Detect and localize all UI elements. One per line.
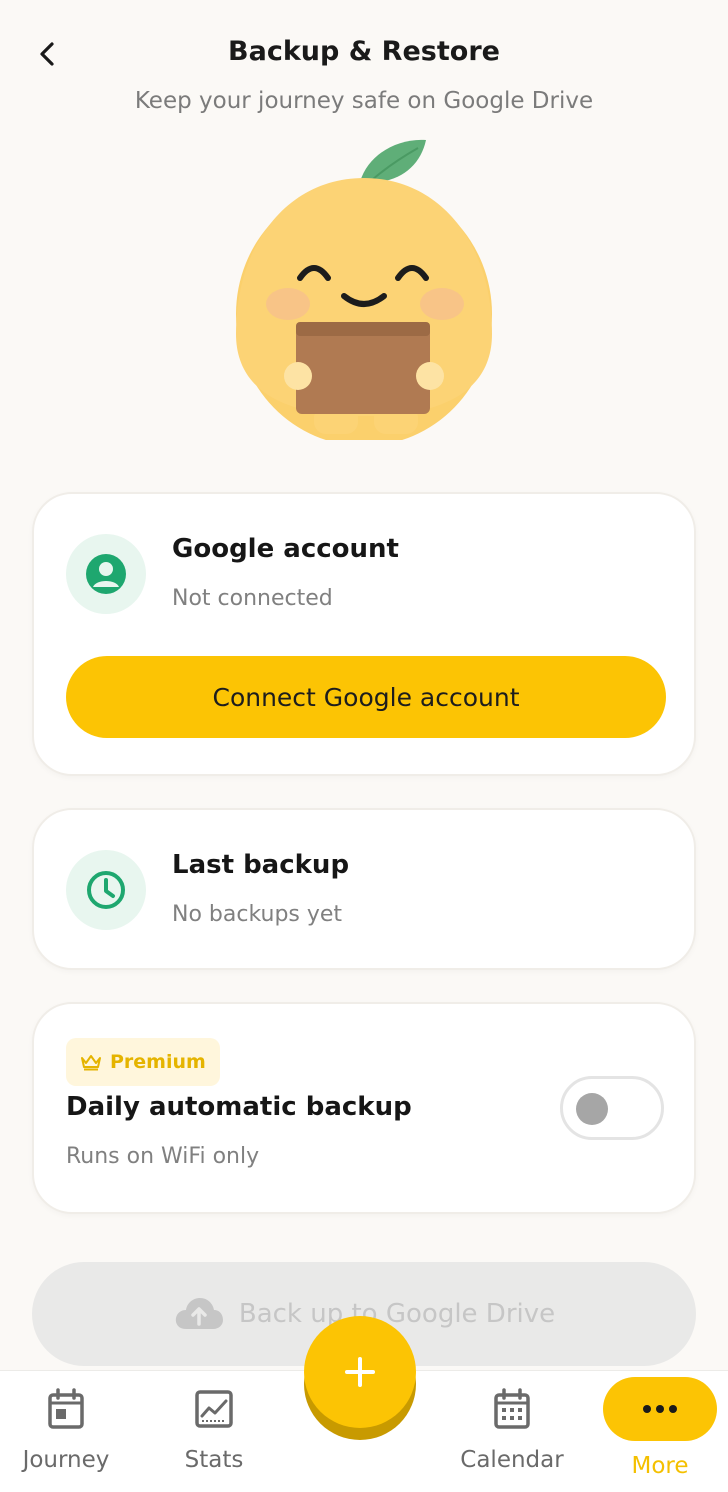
user-icon (86, 554, 126, 594)
nav-label-calendar: Calendar (460, 1447, 564, 1473)
google-account-card: Google account Not connected Connect Goo… (32, 492, 696, 776)
auto-backup-title: Daily automatic backup (66, 1092, 412, 1122)
crown-icon (81, 1055, 101, 1071)
last-backup-title: Last backup (172, 850, 350, 880)
nav-label-stats: Stats (184, 1447, 244, 1473)
clock-icon (87, 871, 125, 909)
nav-label-more: More (631, 1453, 689, 1479)
connect-google-account-button[interactable]: Connect Google account (66, 656, 666, 738)
journey-icon (48, 1388, 84, 1429)
last-backup-card: Last backup No backups yet (32, 808, 696, 970)
mascot-illustration (236, 139, 492, 440)
back-up-label: Back up to Google Drive (238, 1299, 556, 1329)
plus-icon (345, 1357, 375, 1387)
page-subtitle: Keep your journey safe on Google Drive (134, 88, 594, 114)
calendar-icon (494, 1388, 530, 1429)
account-icon-badge (66, 534, 146, 614)
toggle-knob (576, 1093, 608, 1125)
nav-item-more[interactable]: More (600, 1371, 720, 1492)
auto-backup-subtitle: Runs on WiFi only (66, 1144, 260, 1169)
page-title: Backup & Restore (228, 36, 500, 67)
google-account-status: Not connected (172, 586, 333, 611)
nav-item-stats[interactable]: Stats (164, 1371, 264, 1492)
nav-label-journey: Journey (22, 1447, 110, 1473)
nav-item-calendar[interactable]: Calendar (452, 1371, 572, 1492)
auto-backup-card: Premium Daily automatic backup Runs on W… (32, 1002, 696, 1214)
clock-icon-badge (66, 850, 146, 930)
last-backup-status: No backups yet (172, 902, 343, 927)
auto-backup-toggle[interactable] (560, 1076, 664, 1140)
nav-item-journey[interactable]: Journey (14, 1371, 118, 1492)
add-entry-fab[interactable] (304, 1316, 416, 1428)
cloud-upload-icon (175, 1298, 223, 1329)
premium-badge: Premium (66, 1038, 220, 1086)
backup-restore-screen: Backup & Restore Keep your journey safe … (0, 0, 728, 1492)
more-pill (603, 1377, 717, 1441)
google-account-title: Google account (172, 534, 399, 564)
more-icon (643, 1405, 677, 1413)
premium-label: Premium (110, 1051, 206, 1073)
stats-icon (195, 1390, 233, 1428)
